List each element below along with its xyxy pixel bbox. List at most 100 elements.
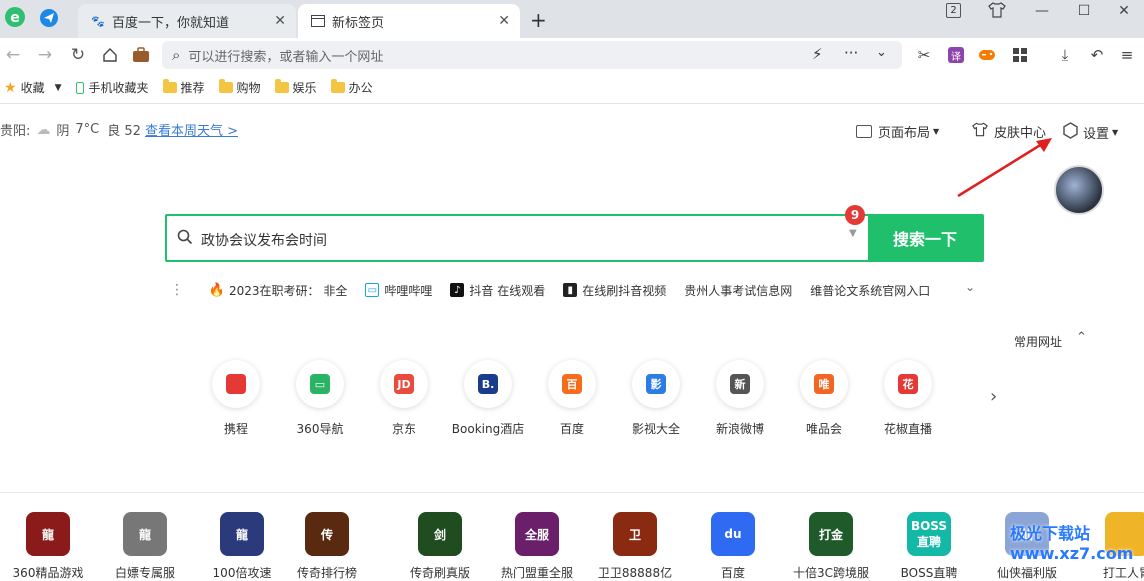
tab-count-icon[interactable]: 2 — [946, 3, 961, 18]
game-tile[interactable]: BOSS 直聘 BOSS直聘 — [884, 512, 974, 581]
search-input[interactable]: 政协会议发布会时间 — [201, 230, 327, 250]
dropdown-caret-icon[interactable]: ▼ — [849, 228, 857, 239]
chevron-down-icon[interactable]: ⌄ — [876, 45, 887, 60]
home-icon[interactable] — [99, 44, 121, 66]
site-tile[interactable]: 花花椒直播 — [866, 360, 950, 437]
gamepad-icon[interactable] — [976, 44, 998, 66]
hot-link-text: 维普论文系统官网入口 — [810, 283, 931, 298]
more-icon[interactable]: ··· — [844, 44, 858, 62]
skin-shirt-icon[interactable] — [988, 2, 1006, 22]
hot-link[interactable]: ♪ 抖音 在线观看 — [450, 282, 545, 299]
bookmark-folder-shopping[interactable]: 购物 — [218, 79, 261, 96]
notification-badge: 9 — [845, 205, 865, 225]
phone-icon — [75, 81, 84, 94]
game-tile[interactable]: 卫卫卫88888亿 — [590, 512, 680, 581]
send-icon[interactable] — [40, 9, 58, 27]
bookmark-folder-entertainment[interactable]: 娱乐 — [274, 79, 317, 96]
game-tile[interactable]: 全服 热门盟重全服 — [492, 512, 582, 581]
new-tab-page-icon — [310, 13, 326, 29]
site-tile[interactable]: 携程 — [194, 360, 278, 437]
bookmark-label: 购物 — [236, 81, 261, 95]
apps-grid-icon[interactable] — [1009, 44, 1031, 66]
weather-week-link[interactable]: 查看本周天气 > — [145, 120, 238, 139]
close-tab-icon[interactable]: ✕ — [274, 13, 286, 29]
game-tile[interactable]: 传传奇排行榜 — [282, 512, 372, 581]
site-glyph: ▭ — [310, 374, 330, 394]
new-tab-plus-icon[interactable]: + — [530, 8, 547, 32]
bookmark-folder-office[interactable]: 办公 — [330, 79, 373, 96]
hot-link-text: 2023在职考研： 非全 — [229, 283, 348, 298]
site-glyph: 百 — [562, 374, 582, 394]
hot-links-bar: ⋮ 🔥 2023在职考研： 非全 ▭ 哔哩哔哩 ♪ 抖音 在线观看 ▮ 在线刷抖音视频 … — [170, 280, 980, 300]
hot-link[interactable]: 维普论文系统官网入口 — [810, 282, 930, 299]
bookmark-favorites[interactable]: ★ 收藏 ▼ — [4, 79, 62, 96]
settings-button[interactable]: 设置 ▼ — [1062, 122, 1118, 143]
hot-link[interactable]: ▮ 在线刷抖音视频 — [563, 282, 666, 299]
close-window-icon[interactable]: ✕ — [1102, 0, 1144, 22]
refresh-icon[interactable]: ↻ — [67, 44, 89, 66]
back-icon[interactable]: ← — [2, 44, 24, 66]
address-placeholder: 可以进行搜索，或者输入一个网址 — [188, 49, 384, 65]
tab-new[interactable]: 新标签页 ✕ — [298, 4, 520, 38]
layout-icon — [856, 125, 872, 138]
caret-down-icon: ▼ — [933, 127, 940, 136]
avatar[interactable] — [1054, 165, 1104, 215]
lightning-icon[interactable]: ⚡ — [812, 45, 823, 63]
game-tile[interactable]: 剑传奇刷真版 — [395, 512, 485, 581]
expand-chevron-icon[interactable]: ⌄ — [965, 280, 975, 294]
dropdown-arrow-icon[interactable]: ▼ — [55, 83, 62, 93]
settings-label: 设置 — [1083, 127, 1110, 142]
game-tile[interactable]: 龍 100倍攻速 — [197, 512, 287, 581]
page-layout-button[interactable]: 页面布局 ▼ — [856, 122, 939, 141]
site-label: 360导航 — [296, 422, 344, 436]
search-button[interactable]: 搜索一下 — [868, 216, 982, 260]
hot-link-text: 抖音 在线观看 — [469, 283, 546, 298]
address-bar[interactable]: ⌕ 可以进行搜索，或者输入一个网址 ⚡ ··· ⌄ — [162, 41, 902, 69]
site-tile[interactable]: 唯唯品会 — [782, 360, 866, 437]
site-label: 百度 — [559, 422, 584, 436]
vertical-dots-icon[interactable]: ⋮ — [170, 282, 184, 298]
folder-icon — [330, 79, 345, 93]
close-tab-icon[interactable]: ✕ — [498, 13, 510, 29]
hot-link[interactable]: ▭ 哔哩哔哩 — [365, 282, 432, 299]
site-tile[interactable]: B. Booking酒店 — [446, 360, 530, 437]
site-tile[interactable]: ▭ 360导航 — [278, 360, 362, 437]
download-icon[interactable]: ⤓ — [1054, 44, 1076, 66]
menu-icon[interactable]: ≡ — [1116, 44, 1138, 66]
game-tile[interactable]: 龍 360精品游戏 — [3, 512, 93, 581]
game-tile[interactable]: 打金 十倍3C跨境服 — [786, 512, 876, 581]
weather-temp: 7°C — [75, 122, 100, 137]
bookmark-folder-recommend[interactable]: 推荐 — [162, 79, 205, 96]
watermark: 极光下载站 www.xz7.com — [1010, 524, 1134, 563]
site-tile[interactable]: JD 京东 — [362, 360, 446, 437]
minimize-icon[interactable]: — — [1020, 0, 1064, 22]
hot-link[interactable]: 贵州人事考试信息网 — [684, 282, 792, 299]
game-tile[interactable]: 龍白嫖专属服 — [100, 512, 190, 581]
site-tile[interactable]: 百百度 — [530, 360, 614, 437]
forward-icon[interactable]: → — [34, 44, 56, 66]
undo-icon[interactable]: ↶ — [1086, 44, 1108, 66]
next-arrow-icon[interactable]: › — [990, 386, 997, 407]
hot-link[interactable]: 🔥 2023在职考研： 非全 — [209, 282, 348, 299]
common-sites-label: 常用网址 — [1014, 335, 1063, 349]
tab-baidu[interactable]: 🐾 百度一下，你就知道 ✕ — [78, 4, 296, 38]
scissors-icon[interactable]: ✂ — [913, 44, 935, 66]
site-icon — [212, 360, 260, 408]
game-label: BOSS直聘 — [900, 566, 958, 580]
bookmark-mobile[interactable]: 手机收藏夹 — [75, 79, 149, 96]
game-label: 传奇刷真版 — [409, 566, 470, 580]
site-tile[interactable]: 影影视大全 — [614, 360, 698, 437]
game-tile[interactable]: du 百度 — [688, 512, 778, 581]
maximize-icon[interactable]: ☐ — [1062, 0, 1106, 22]
site-glyph: 新 — [730, 374, 750, 394]
collapse-chevron-icon[interactable]: ⌃ — [1076, 330, 1087, 345]
site-tile[interactable]: 新新浪微博 — [698, 360, 782, 437]
browser-logo-icon[interactable]: e — [4, 6, 26, 28]
folder-icon — [274, 79, 289, 93]
game-icon: 龍 — [26, 512, 70, 556]
cloud-icon: ☁ — [36, 121, 51, 138]
bilibili-icon: ▭ — [365, 283, 380, 297]
translate-icon[interactable]: 译 — [945, 44, 967, 66]
gear-icon — [1062, 122, 1079, 143]
briefcase-icon[interactable] — [130, 44, 152, 66]
